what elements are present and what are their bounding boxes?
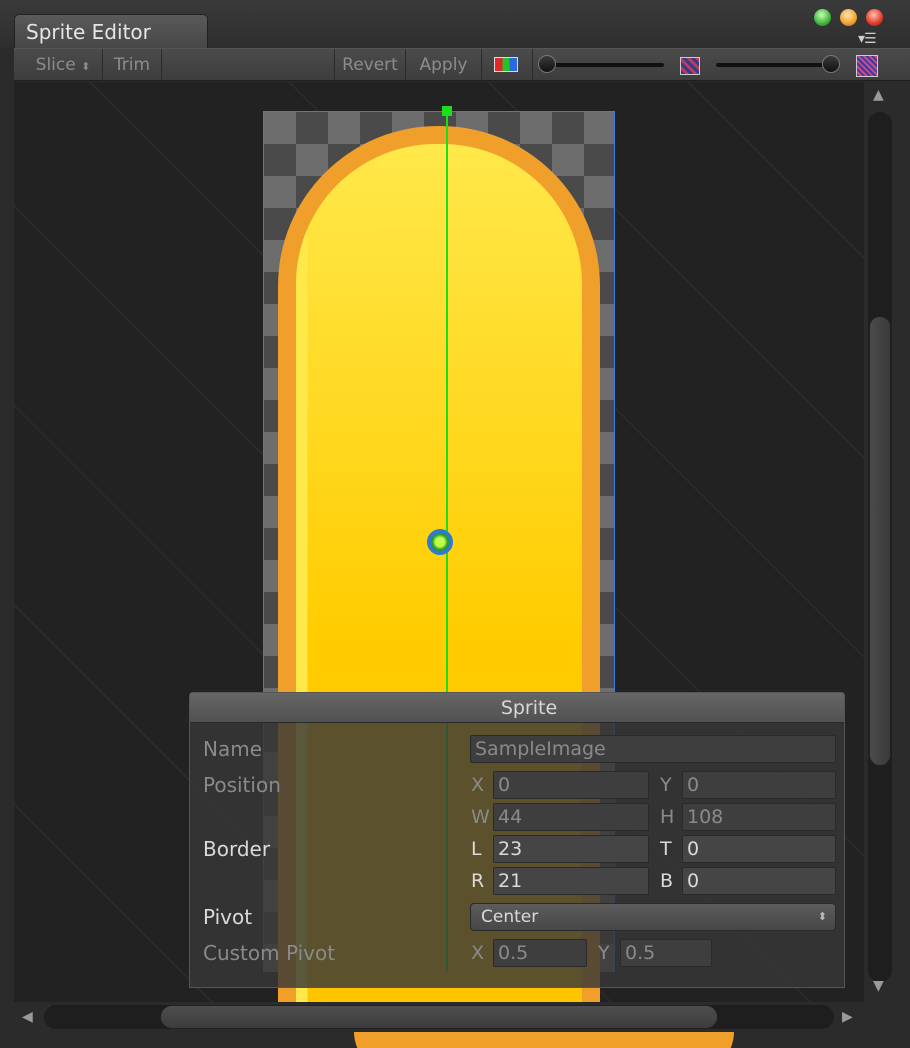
position-w-label: W <box>471 806 490 828</box>
border-r-label: R <box>471 870 485 892</box>
vertical-scrollbar[interactable]: ▲ ▼ <box>864 82 896 1002</box>
sprite-editor-window: Sprite Editor ▾☰ Slice ⬍ Trim Revert App… <box>0 0 910 1048</box>
zoom-slider-track[interactable] <box>544 63 664 67</box>
zoom-slider-knob[interactable] <box>538 55 556 73</box>
border-r-field[interactable]: 21 <box>493 867 649 895</box>
maximize-button[interactable] <box>814 9 831 26</box>
trim-button[interactable]: Trim <box>102 49 162 81</box>
border-t-label: T <box>660 838 672 860</box>
custom-pivot-x-field[interactable]: 0.5 <box>493 939 587 967</box>
minimize-button[interactable] <box>840 9 857 26</box>
slice-dropdown[interactable]: Slice ⬍ <box>24 49 102 81</box>
border-b-field[interactable]: 0 <box>682 867 836 895</box>
position-x-label: X <box>471 774 485 796</box>
mip-slider-track[interactable] <box>716 63 832 67</box>
pivot-label: Pivot <box>203 905 253 929</box>
scroll-left-arrow-icon[interactable]: ◀ <box>22 1010 33 1024</box>
sprite-image-overflow <box>354 1032 734 1048</box>
border-b-label: B <box>660 870 674 892</box>
custom-pivot-label: Custom Pivot <box>203 941 336 965</box>
border-t-field[interactable]: 0 <box>682 835 836 863</box>
slice-chevron-icon: ⬍ <box>81 60 91 73</box>
mip-slider-knob[interactable] <box>822 55 840 73</box>
scroll-up-arrow-icon[interactable]: ▲ <box>873 88 884 102</box>
horizontal-scroll-thumb[interactable] <box>160 1005 718 1029</box>
sprite-inspector-panel: Sprite Name SampleImage Position X 0 Y 0… <box>189 692 845 988</box>
menu-list-icon[interactable]: ▾☰ <box>858 32 877 46</box>
tab-sprite-editor[interactable]: Sprite Editor <box>14 14 208 48</box>
border-label: Border <box>203 837 271 861</box>
custom-pivot-x-label: X <box>471 942 485 964</box>
rgb-channel-icon[interactable] <box>494 57 518 72</box>
horizontal-scrollbar[interactable]: ◀ ▶ <box>14 1002 864 1032</box>
position-y-field[interactable]: 0 <box>682 771 836 799</box>
pivot-dropdown-value: Center <box>481 907 539 927</box>
custom-pivot-y-label: Y <box>598 942 610 964</box>
position-label: Position <box>203 773 281 797</box>
mipmap-small-icon <box>680 57 700 75</box>
pivot-dropdown[interactable]: Center ⬍ <box>470 903 836 931</box>
mipmap-large-icon <box>856 55 878 77</box>
position-h-label: H <box>660 806 675 828</box>
vertical-scroll-thumb[interactable] <box>869 316 891 766</box>
slice-label: Slice <box>35 55 76 75</box>
position-h-field[interactable]: 108 <box>682 803 836 831</box>
apply-button[interactable]: Apply <box>406 49 482 81</box>
pivot-handle-icon[interactable] <box>427 529 453 555</box>
panel-title: Sprite <box>190 693 844 723</box>
position-y-label: Y <box>660 774 672 796</box>
revert-button[interactable]: Revert <box>334 49 406 81</box>
title-bar: Sprite Editor ▾☰ <box>0 0 910 48</box>
custom-pivot-y-field[interactable]: 0.5 <box>620 939 712 967</box>
scroll-right-arrow-icon[interactable]: ▶ <box>842 1010 853 1024</box>
toolbar-divider <box>532 49 533 81</box>
name-label: Name <box>203 737 263 761</box>
position-x-field[interactable]: 0 <box>493 771 649 799</box>
border-l-field[interactable]: 23 <box>493 835 649 863</box>
position-w-field[interactable]: 44 <box>493 803 649 831</box>
name-field[interactable]: SampleImage <box>470 735 836 763</box>
dropdown-chevron-icon: ⬍ <box>817 910 827 923</box>
scroll-down-arrow-icon[interactable]: ▼ <box>873 979 884 993</box>
rect-top-handle[interactable] <box>442 106 452 116</box>
border-l-label: L <box>471 838 482 860</box>
toolbar: Slice ⬍ Trim Revert Apply <box>14 48 910 81</box>
close-button[interactable] <box>866 9 883 26</box>
